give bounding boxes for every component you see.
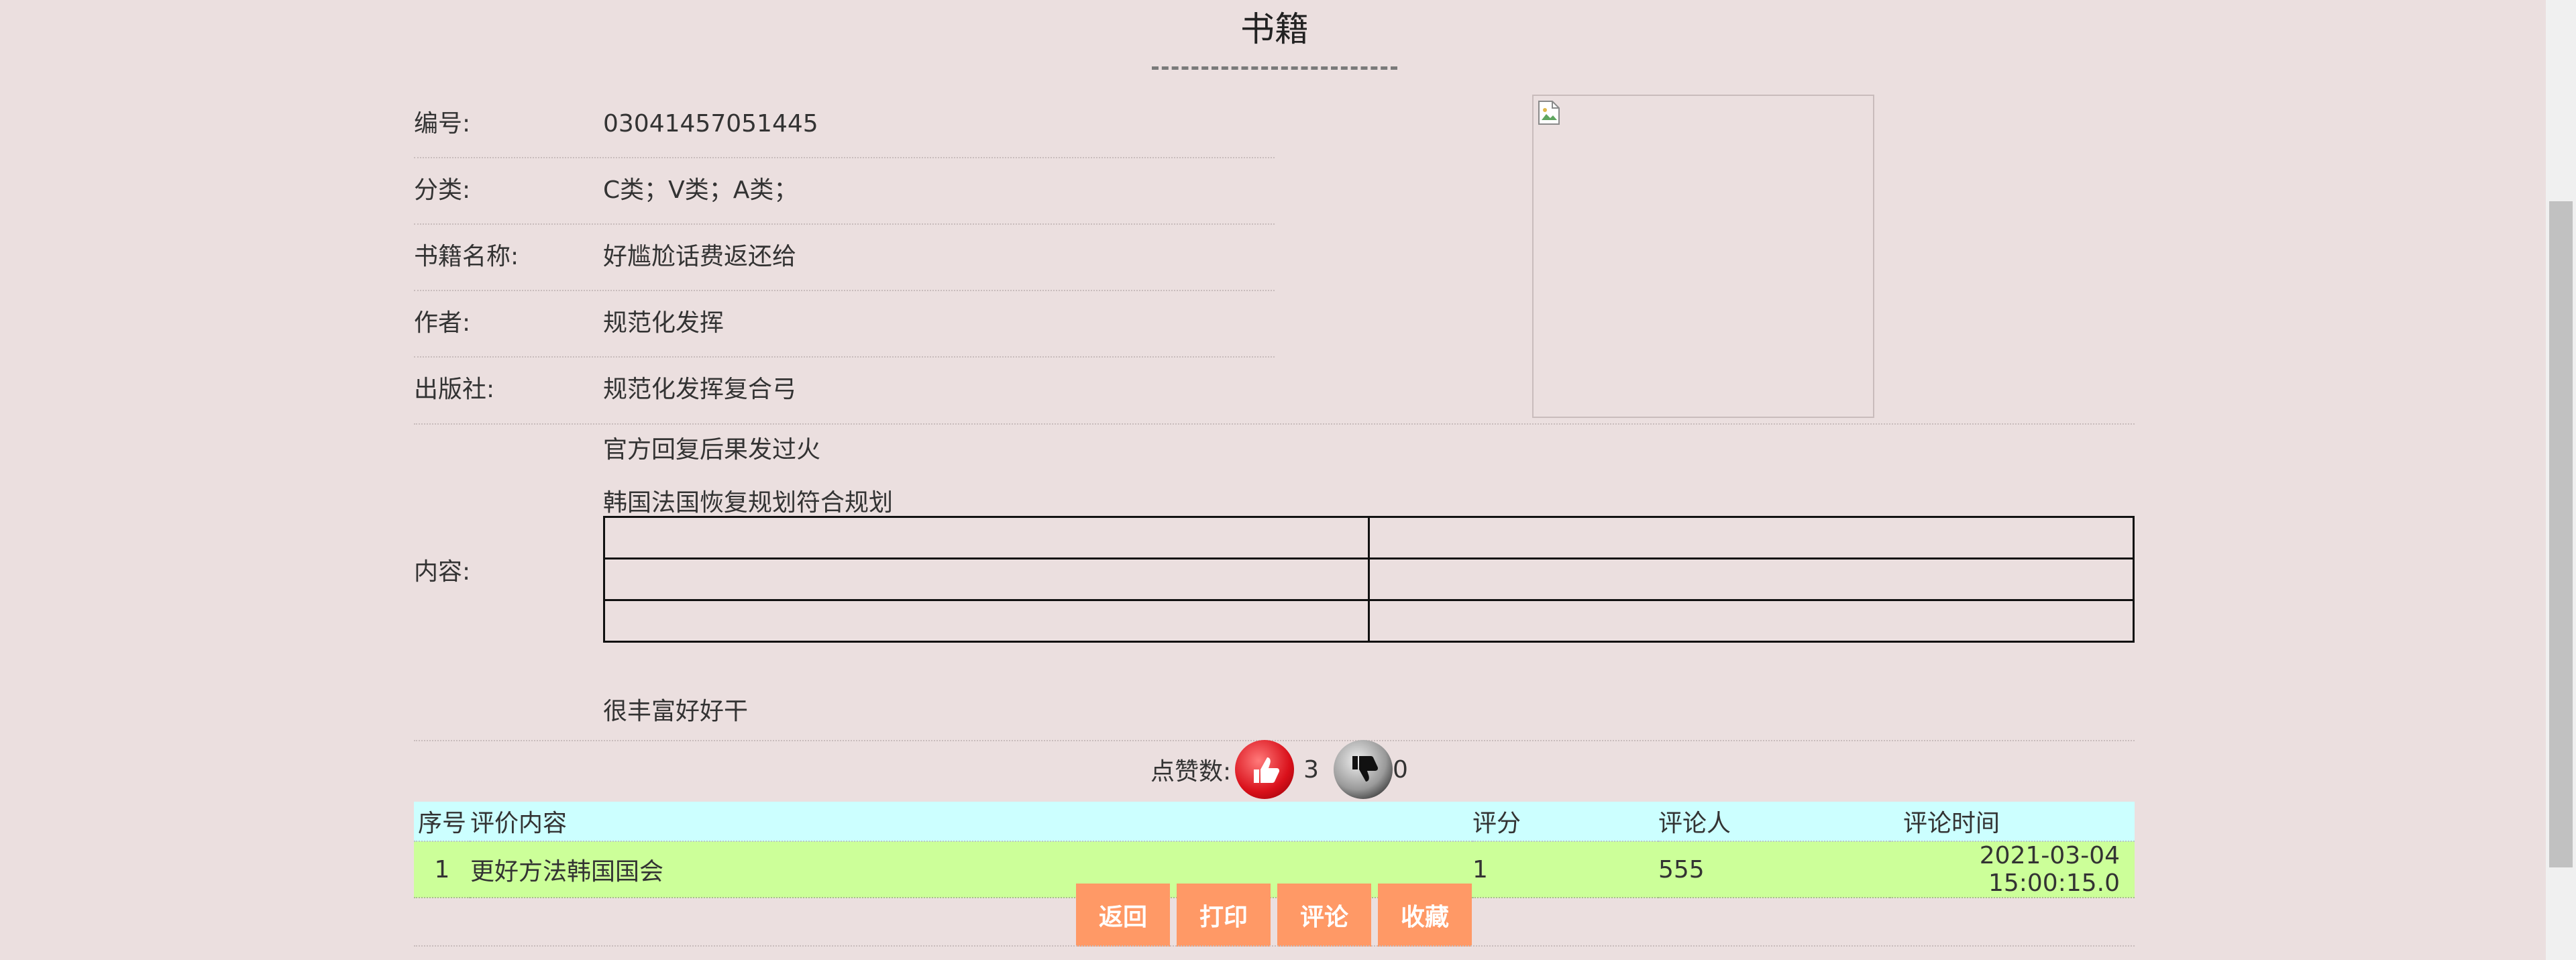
field-value: 03041457051445 <box>603 110 818 138</box>
favorite-button[interactable]: 收藏 <box>1378 884 1472 947</box>
content-label: 内容: <box>414 558 471 586</box>
content-line: 韩国法国恢复规划符合规划 <box>603 489 894 517</box>
column-header-index: 序号 <box>414 802 470 842</box>
table-cell <box>1368 516 2135 559</box>
field-row-author: 作者: 规范化发挥 <box>414 290 1275 358</box>
book-cover-image <box>1532 95 1874 418</box>
title-divider <box>1152 66 1397 70</box>
table-cell <box>603 557 1370 601</box>
table-cell <box>603 599 1370 643</box>
page-title: 书籍 <box>1240 10 1309 50</box>
content-section: 内容: 官方回复后果发过火 韩国法国恢复规划符合规划 很丰富好好干 <box>414 423 2135 741</box>
thumbs-up-icon[interactable] <box>1235 740 1295 799</box>
field-label: 书籍名称: <box>414 243 519 270</box>
broken-image-icon <box>1538 101 1560 125</box>
column-header-content: 评价内容 <box>470 802 1472 842</box>
thumbs-down-icon[interactable] <box>1334 740 1393 799</box>
bottom-divider <box>414 945 2135 947</box>
column-header-reviewer: 评论人 <box>1658 802 1890 842</box>
review-score: 1 <box>1472 841 1658 898</box>
field-label: 分类: <box>414 176 471 204</box>
field-value: C类；V类；A类； <box>603 176 798 204</box>
field-value: 好尴尬话费返还给 <box>603 243 797 270</box>
review-reviewer: 555 <box>1658 841 1890 898</box>
print-button[interactable]: 打印 <box>1177 884 1271 947</box>
column-header-time: 评论时间 <box>1890 802 2135 842</box>
likes-bar: 点赞数: 3 0 <box>1150 740 1408 799</box>
field-value: 规范化发挥 <box>603 309 724 337</box>
field-value: 规范化发挥复合弓 <box>603 376 797 403</box>
column-header-score: 评分 <box>1472 802 1658 842</box>
likes-down-count: 0 <box>1393 755 1408 784</box>
table-cell <box>603 516 1370 559</box>
review-header-row: 序号 评价内容 评分 评论人 评论时间 <box>414 802 2135 842</box>
book-detail-page: 书籍 编号: 03041457051445 分类: C类；V类；A类； 书籍名称… <box>0 0 2576 960</box>
likes-label: 点赞数: <box>1150 758 1232 786</box>
content-line: 很丰富好好干 <box>603 698 749 725</box>
content-table <box>603 516 2135 643</box>
content-line: 官方回复后果发过火 <box>603 436 821 464</box>
action-buttons: 返回 打印 评论 收藏 <box>1076 884 1472 947</box>
field-row-name: 书籍名称: 好尴尬话费返还给 <box>414 223 1275 291</box>
comment-button[interactable]: 评论 <box>1277 884 1371 947</box>
review-index: 1 <box>414 841 470 898</box>
likes-up-count: 3 <box>1303 755 1320 784</box>
field-row-category: 分类: C类；V类；A类； <box>414 157 1275 225</box>
review-time: 2021-03-04 15:00:15.0 <box>1890 841 2135 898</box>
field-label: 编号: <box>414 110 471 138</box>
field-label: 作者: <box>414 309 471 337</box>
table-cell <box>1368 557 2135 601</box>
vertical-scrollbar[interactable] <box>2546 0 2576 960</box>
table-cell <box>1368 599 2135 643</box>
scrollbar-thumb[interactable] <box>2549 201 2573 867</box>
field-label: 出版社: <box>414 376 495 403</box>
field-row-publisher: 出版社: 规范化发挥复合弓 <box>414 356 2135 423</box>
back-button[interactable]: 返回 <box>1076 884 1170 947</box>
field-row-id: 编号: 03041457051445 <box>414 91 1275 158</box>
